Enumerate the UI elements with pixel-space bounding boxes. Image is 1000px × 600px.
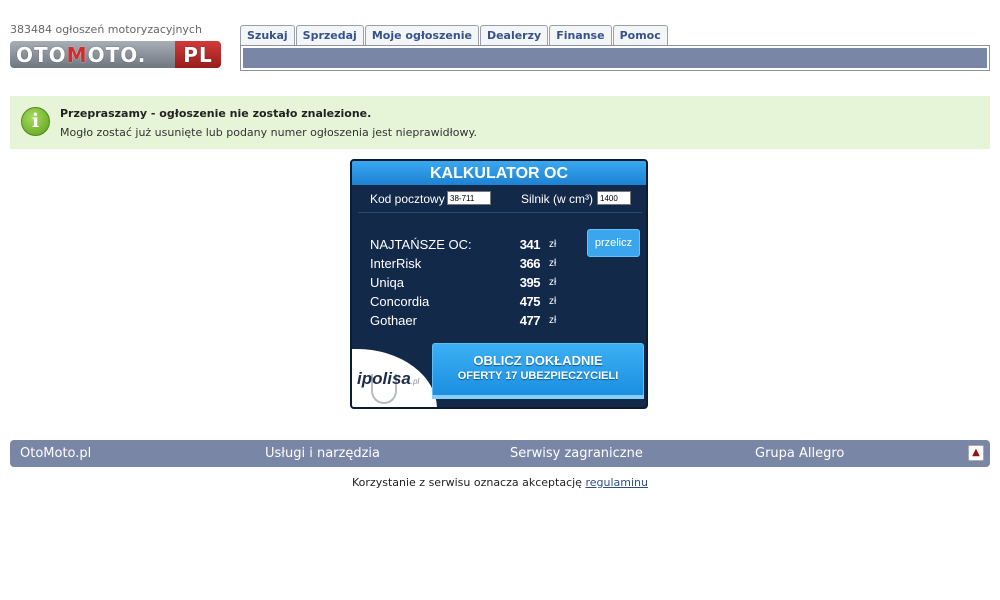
footer-link-services[interactable]: Usługi i narzędzia xyxy=(265,446,380,461)
logo-part-3: OTO. xyxy=(87,42,147,67)
footer-bar: OtoMoto.pl Usługi i narzędzia Serwisy za… xyxy=(10,440,990,467)
rate-currency: zł xyxy=(549,315,557,326)
oc-calculator-widget: KALKULATOR OC Kod pocztowy Silnik (w cm³… xyxy=(350,159,648,409)
cta-underline xyxy=(432,395,644,399)
cta-line-2: OFERTY 17 UBEZPIECZYCIELI xyxy=(457,370,619,382)
rate-name: Uniqa xyxy=(370,275,404,290)
rate-row-cheapest: NAJTAŃSZE OC: 341 zł xyxy=(370,237,570,256)
rate-currency: zł xyxy=(549,277,557,288)
tab-szukaj[interactable]: Szukaj xyxy=(240,25,295,46)
rate-name: NAJTAŃSZE OC: xyxy=(370,237,472,252)
calculator-divider xyxy=(358,212,642,213)
rate-name: Gothaer xyxy=(370,313,417,328)
logo-part-1: OTO xyxy=(16,42,67,67)
legal-notice: Korzystanie z serwisu oznacza akceptację… xyxy=(0,476,1000,489)
ipolisa-brand: ipolisa.pl xyxy=(357,369,419,389)
rate-price: 475 xyxy=(519,294,541,309)
notice-message: Mogło zostać już usunięte lub podany num… xyxy=(60,126,477,139)
calculator-title: KALKULATOR OC xyxy=(352,161,646,185)
tab-pomoc[interactable]: Pomoc xyxy=(612,25,668,46)
otomoto-logo[interactable]: OTO M OTO. PL xyxy=(10,41,221,68)
info-icon: i xyxy=(21,107,50,136)
ipolisa-suffix: .pl xyxy=(410,377,420,386)
rate-currency: zł xyxy=(549,239,557,250)
footer-link-allegro[interactable]: Grupa Allegro xyxy=(755,446,844,461)
nav-subbar-fill xyxy=(243,48,987,68)
legal-text: Korzystanie z serwisu oznacza akceptację xyxy=(352,476,582,489)
recalculate-button[interactable]: przelicz xyxy=(587,229,640,257)
footer-link-otomoto[interactable]: OtoMoto.pl xyxy=(20,446,91,461)
rate-currency: zł xyxy=(549,258,557,269)
scroll-top-icon[interactable]: ▲ xyxy=(968,445,984,461)
postal-code-input[interactable] xyxy=(447,191,491,205)
rate-name: Concordia xyxy=(370,294,430,309)
rate-row-interrisk: InterRisk 366 zł xyxy=(370,256,570,275)
engine-size-input[interactable] xyxy=(597,191,631,205)
ipolisa-logo[interactable]: ipolisa.pl xyxy=(352,349,437,407)
rate-row-concordia: Concordia 475 zł xyxy=(370,294,570,313)
cta-line-1: OBLICZ DOKŁADNIE xyxy=(473,353,603,368)
tab-moje-ogloszenie[interactable]: Moje ogłoszenie xyxy=(364,25,479,46)
engine-size-label: Silnik (w cm³) xyxy=(521,192,593,206)
ad-count: 383484 ogłoszeń motoryzacyjnych xyxy=(10,23,202,36)
rate-price: 341 xyxy=(519,237,541,252)
logo-pl-badge: PL xyxy=(175,41,221,68)
insurance-rates-list: NAJTAŃSZE OC: 341 zł InterRisk 366 zł Un… xyxy=(370,237,570,332)
rate-name: InterRisk xyxy=(370,256,422,271)
ipolisa-name: ipolisa xyxy=(357,369,411,388)
main-nav-tabs: Szukaj Sprzedaj Moje ogłoszenie Dealerzy… xyxy=(240,25,669,46)
logo-text-area: OTO M OTO. xyxy=(10,41,175,68)
postal-code-label: Kod pocztowy xyxy=(370,192,445,206)
terms-link[interactable]: regulaminu xyxy=(585,476,648,489)
notice-title: Przepraszamy - ogłoszenie nie zostało zn… xyxy=(60,107,372,120)
nav-subbar xyxy=(240,45,990,71)
footer-link-foreign[interactable]: Serwisy zagraniczne xyxy=(510,446,643,461)
tab-dealerzy[interactable]: Dealerzy xyxy=(479,25,549,46)
rate-row-gothaer: Gothaer 477 zł xyxy=(370,313,570,332)
logo-part-2: M xyxy=(66,42,88,67)
rate-price: 366 xyxy=(519,256,541,271)
logo-part-4: PL xyxy=(183,42,213,67)
calculate-exactly-button[interactable]: OBLICZ DOKŁADNIE OFERTY 17 UBEZPIECZYCIE… xyxy=(432,343,644,398)
tab-finanse[interactable]: Finanse xyxy=(549,25,612,46)
tab-sprzedaj[interactable]: Sprzedaj xyxy=(295,25,364,46)
rate-price: 395 xyxy=(519,275,541,290)
rate-row-uniqa: Uniqa 395 zł xyxy=(370,275,570,294)
rate-price: 477 xyxy=(519,313,541,328)
not-found-notice: i Przepraszamy - ogłoszenie nie zostało … xyxy=(10,96,990,149)
rate-currency: zł xyxy=(549,296,557,307)
